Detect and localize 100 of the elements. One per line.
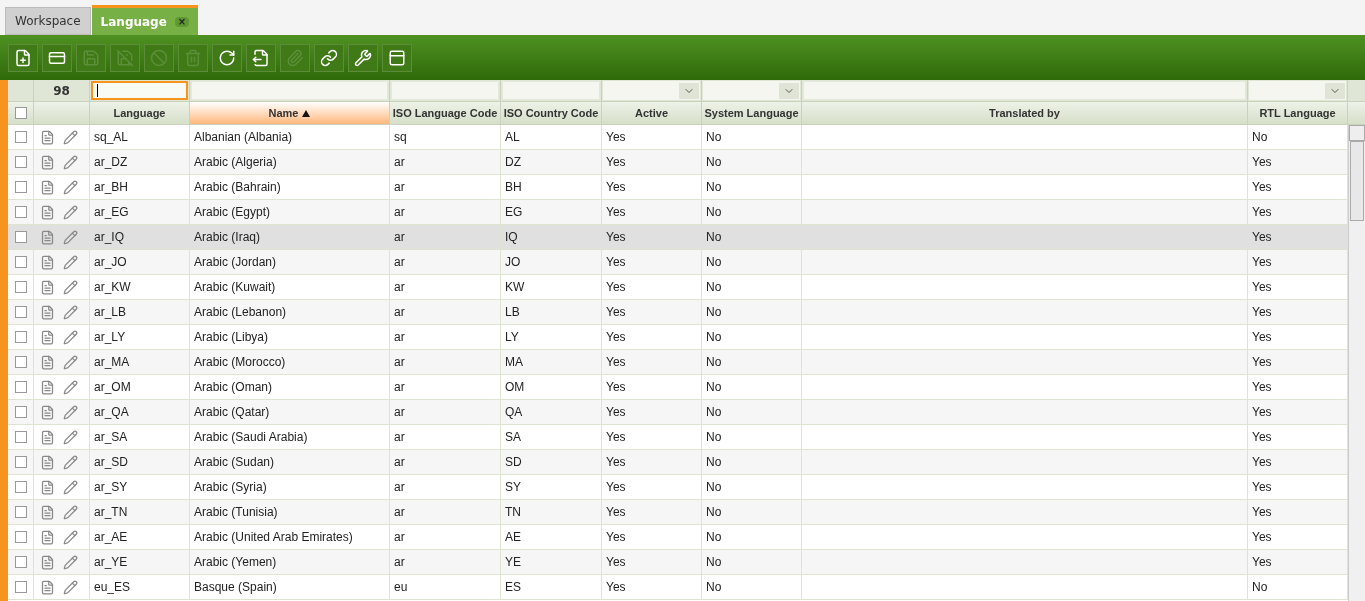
pencil-icon[interactable] bbox=[63, 379, 78, 395]
table-row[interactable]: ar_SA Arabic (Saudi Arabia) ar SA Yes No Yes bbox=[8, 425, 1348, 450]
table-row[interactable]: ar_LB Arabic (Lebanon) ar LB Yes No Yes bbox=[8, 300, 1348, 325]
toolbar-button[interactable] bbox=[246, 43, 276, 72]
filter-field[interactable] bbox=[91, 81, 188, 100]
column-header[interactable]: ISO Country Code bbox=[501, 102, 602, 124]
table-cell-text: Yes bbox=[1252, 229, 1272, 246]
pencil-icon[interactable] bbox=[63, 529, 78, 545]
pencil-icon[interactable] bbox=[63, 404, 78, 420]
table-row[interactable]: ar_IQ Arabic (Iraq) ar IQ Yes No Yes bbox=[8, 225, 1348, 250]
row-checkbox[interactable] bbox=[14, 381, 27, 393]
pencil-icon[interactable] bbox=[63, 454, 78, 470]
row-checkbox[interactable] bbox=[14, 281, 27, 293]
row-checkbox[interactable] bbox=[14, 406, 27, 418]
row-checkbox[interactable] bbox=[14, 231, 27, 243]
table-cell-text: ar bbox=[394, 504, 405, 521]
document-icon[interactable] bbox=[40, 479, 55, 495]
toolbar-button[interactable] bbox=[212, 43, 242, 72]
row-checkbox[interactable] bbox=[14, 306, 27, 318]
row-checkbox[interactable] bbox=[14, 481, 27, 493]
pencil-icon[interactable] bbox=[63, 579, 78, 595]
row-checkbox[interactable] bbox=[14, 256, 27, 268]
document-icon[interactable] bbox=[40, 329, 55, 345]
document-icon[interactable] bbox=[40, 179, 55, 195]
document-icon[interactable] bbox=[40, 304, 55, 320]
table-row[interactable]: ar_YE Arabic (Yemen) ar YE Yes No Yes bbox=[8, 550, 1348, 575]
tab[interactable]: Workspace bbox=[5, 7, 91, 35]
pencil-icon[interactable] bbox=[63, 479, 78, 495]
column-header[interactable]: Name bbox=[190, 102, 390, 124]
table-row[interactable]: ar_SY Arabic (Syria) ar SY Yes No Yes bbox=[8, 475, 1348, 500]
document-icon[interactable] bbox=[40, 554, 55, 570]
document-icon[interactable] bbox=[40, 429, 55, 445]
toolbar-button[interactable] bbox=[314, 43, 344, 72]
toolbar-button[interactable] bbox=[382, 43, 412, 72]
table-cell-text: Arabic (United Arab Emirates) bbox=[194, 529, 353, 546]
pencil-icon[interactable] bbox=[63, 329, 78, 345]
row-checkbox[interactable] bbox=[14, 506, 27, 518]
table-row[interactable]: ar_AE Arabic (United Arab Emirates) ar AE Yes No Yes bbox=[8, 525, 1348, 550]
column-header[interactable]: RTL Language bbox=[1248, 102, 1348, 124]
row-checkbox[interactable] bbox=[14, 431, 27, 443]
document-icon[interactable] bbox=[40, 404, 55, 420]
row-checkbox[interactable] bbox=[14, 331, 27, 343]
tab[interactable]: Language × bbox=[91, 5, 199, 35]
pencil-icon[interactable] bbox=[63, 279, 78, 295]
table-row[interactable]: ar_JO Arabic (Jordan) ar JO Yes No Yes bbox=[8, 250, 1348, 275]
document-icon[interactable] bbox=[40, 354, 55, 370]
table-row[interactable]: eu_ES Basque (Spain) eu ES Yes No No bbox=[8, 575, 1348, 600]
document-icon[interactable] bbox=[40, 279, 55, 295]
scrollbar[interactable] bbox=[1348, 125, 1365, 601]
column-header[interactable]: Active bbox=[602, 102, 702, 124]
document-icon[interactable] bbox=[40, 504, 55, 520]
table-row[interactable]: ar_EG Arabic (Egypt) ar EG Yes No Yes bbox=[8, 200, 1348, 225]
document-icon[interactable] bbox=[40, 129, 55, 145]
document-icon[interactable] bbox=[40, 154, 55, 170]
table-row[interactable]: ar_KW Arabic (Kuwait) ar KW Yes No Yes bbox=[8, 275, 1348, 300]
row-checkbox[interactable] bbox=[14, 131, 27, 143]
row-checkbox[interactable] bbox=[14, 206, 27, 218]
column-header[interactable]: Translated by bbox=[802, 102, 1248, 124]
pencil-icon[interactable] bbox=[63, 229, 78, 245]
document-icon[interactable] bbox=[40, 379, 55, 395]
pencil-icon[interactable] bbox=[63, 554, 78, 570]
document-icon[interactable] bbox=[40, 454, 55, 470]
table-row[interactable]: ar_TN Arabic (Tunisia) ar TN Yes No Yes bbox=[8, 500, 1348, 525]
pencil-icon[interactable] bbox=[63, 204, 78, 220]
pencil-icon[interactable] bbox=[63, 129, 78, 145]
table-row[interactable]: ar_DZ Arabic (Algeria) ar DZ Yes No Yes bbox=[8, 150, 1348, 175]
select-all-checkbox[interactable] bbox=[14, 107, 27, 119]
row-checkbox[interactable] bbox=[14, 531, 27, 543]
row-checkbox[interactable] bbox=[14, 356, 27, 368]
row-checkbox[interactable] bbox=[14, 456, 27, 468]
table-cell-text: Yes bbox=[1252, 379, 1272, 396]
toolbar-button[interactable] bbox=[348, 43, 378, 72]
row-checkbox[interactable] bbox=[14, 156, 27, 168]
table-row[interactable]: ar_OM Arabic (Oman) ar OM Yes No Yes bbox=[8, 375, 1348, 400]
table-row[interactable]: ar_MA Arabic (Morocco) ar MA Yes No Yes bbox=[8, 350, 1348, 375]
document-icon[interactable] bbox=[40, 204, 55, 220]
document-icon[interactable] bbox=[40, 254, 55, 270]
pencil-icon[interactable] bbox=[63, 154, 78, 170]
pencil-icon[interactable] bbox=[63, 254, 78, 270]
row-checkbox[interactable] bbox=[14, 581, 27, 593]
pencil-icon[interactable] bbox=[63, 429, 78, 445]
document-icon[interactable] bbox=[40, 579, 55, 595]
document-icon[interactable] bbox=[40, 529, 55, 545]
close-button[interactable]: × bbox=[174, 16, 190, 27]
table-row[interactable]: ar_LY Arabic (Libya) ar LY Yes No Yes bbox=[8, 325, 1348, 350]
table-row[interactable]: ar_BH Arabic (Bahrain) ar BH Yes No Yes bbox=[8, 175, 1348, 200]
pencil-icon[interactable] bbox=[63, 504, 78, 520]
table-row[interactable]: ar_SD Arabic (Sudan) ar SD Yes No Yes bbox=[8, 450, 1348, 475]
column-header[interactable]: System Language bbox=[702, 102, 802, 124]
row-checkbox[interactable] bbox=[14, 556, 27, 568]
column-header[interactable]: ISO Language Code bbox=[390, 102, 501, 124]
document-icon[interactable] bbox=[40, 229, 55, 245]
pencil-icon[interactable] bbox=[63, 354, 78, 370]
toolbar-button[interactable] bbox=[42, 43, 72, 72]
pencil-icon[interactable] bbox=[63, 179, 78, 195]
table-row[interactable]: sq_AL Albanian (Albania) sq AL Yes No No bbox=[8, 125, 1348, 150]
table-row[interactable]: ar_QA Arabic (Qatar) ar QA Yes No Yes bbox=[8, 400, 1348, 425]
row-checkbox[interactable] bbox=[14, 181, 27, 193]
toolbar-button[interactable] bbox=[8, 43, 38, 72]
pencil-icon[interactable] bbox=[63, 304, 78, 320]
